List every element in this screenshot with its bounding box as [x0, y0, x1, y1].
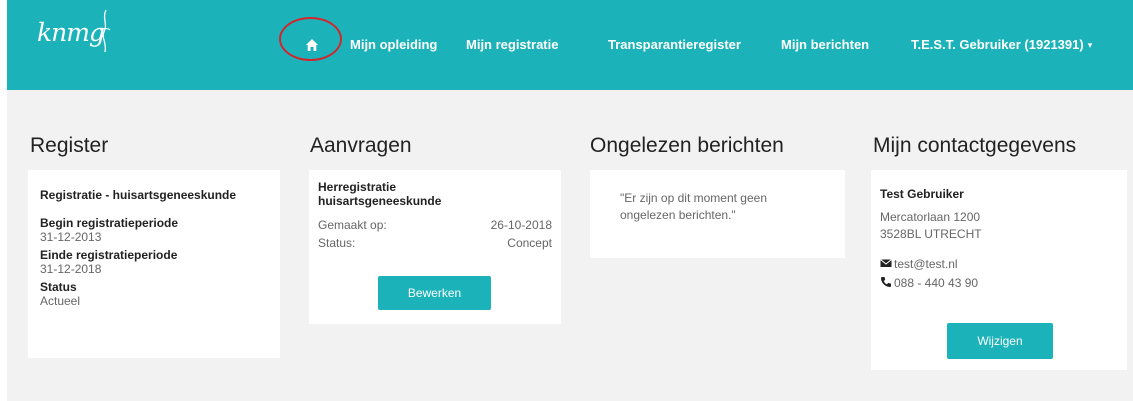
no-messages-line1: "Er zijn op dit moment geen [620, 191, 767, 205]
contact-email[interactable]: test@test.nl [894, 257, 958, 271]
contact-street: Mercatorlaan 1200 [880, 210, 981, 224]
logo-text: knmg [37, 18, 105, 47]
aanvraag-status-row: Status: Concept [318, 234, 552, 252]
end-period-label: Einde registratieperiode [40, 248, 178, 262]
nav-mijn-registratie[interactable]: Mijn registratie [466, 34, 558, 56]
contact-phone-row: 088 - 440 43 90 [880, 274, 1118, 293]
berichten-title: Ongelezen berichten [590, 134, 784, 157]
dashboard-content: Register Registratie - huisartsgeneeskun… [7, 90, 1133, 401]
contact-card: Test Gebruiker Mercatorlaan 1200 3528BL … [871, 170, 1127, 370]
home-icon [306, 39, 318, 51]
user-menu-label: T.E.S.T. Gebruiker (1921391) [911, 37, 1084, 52]
contact-email-row: test@test.nl [880, 255, 1118, 274]
contact-title: Mijn contactgegevens [873, 134, 1077, 157]
berichten-card: "Er zijn op dit moment geen ongelezen be… [590, 170, 845, 258]
status-label: Status [40, 280, 77, 294]
end-period-value: 31-12-2018 [40, 262, 102, 276]
aanvraag-status-label: Status: [318, 236, 356, 250]
logo-flourish-icon [99, 9, 111, 53]
created-label: Gemaakt op: [318, 218, 387, 232]
nav-user-menu[interactable]: T.E.S.T. Gebruiker (1921391) ▾ [911, 34, 1092, 57]
begin-period-value: 31-12-2013 [40, 230, 102, 244]
created-value: 26-10-2018 [490, 218, 552, 232]
contact-phone: 088 - 440 43 90 [894, 276, 979, 290]
knmg-logo[interactable]: knmg [37, 18, 105, 47]
contact-postal-city: 3528BL UTRECHT [880, 227, 982, 241]
no-messages-line2: ongelezen berichten." [620, 208, 736, 222]
phone-icon [881, 277, 891, 287]
aanvraag-title-line2: huisartsgeneeskunde [318, 194, 442, 208]
aanvraag-status-value: Concept [507, 236, 552, 250]
aanvraag-card: Herregistratie huisartsgeneeskunde Gemaa… [309, 170, 561, 324]
created-row: Gemaakt op: 26-10-2018 [318, 216, 552, 234]
envelope-icon [880, 259, 892, 267]
register-title: Register [30, 134, 109, 157]
edit-button[interactable]: Bewerken [378, 276, 491, 310]
nav-mijn-opleiding[interactable]: Mijn opleiding [350, 34, 437, 56]
nav-mijn-berichten[interactable]: Mijn berichten [781, 34, 869, 56]
change-contact-button[interactable]: Wijzigen [947, 323, 1053, 359]
begin-period-label: Begin registratieperiode [40, 216, 179, 230]
contact-name: Test Gebruiker [880, 187, 964, 201]
nav-transparantieregister[interactable]: Transparantieregister [608, 34, 741, 56]
main-nav: Mijn opleiding Mijn registratie Transpar… [300, 34, 1133, 58]
chevron-down-icon: ▾ [1087, 40, 1093, 50]
status-value: Actueel [40, 294, 81, 308]
register-card: Registratie - huisartsgeneeskunde Begin … [28, 170, 280, 358]
aanvragen-title: Aanvragen [310, 134, 412, 157]
aanvraag-title-line1: Herregistratie [318, 180, 397, 194]
registration-name: Registratie - huisartsgeneeskunde [40, 188, 237, 202]
